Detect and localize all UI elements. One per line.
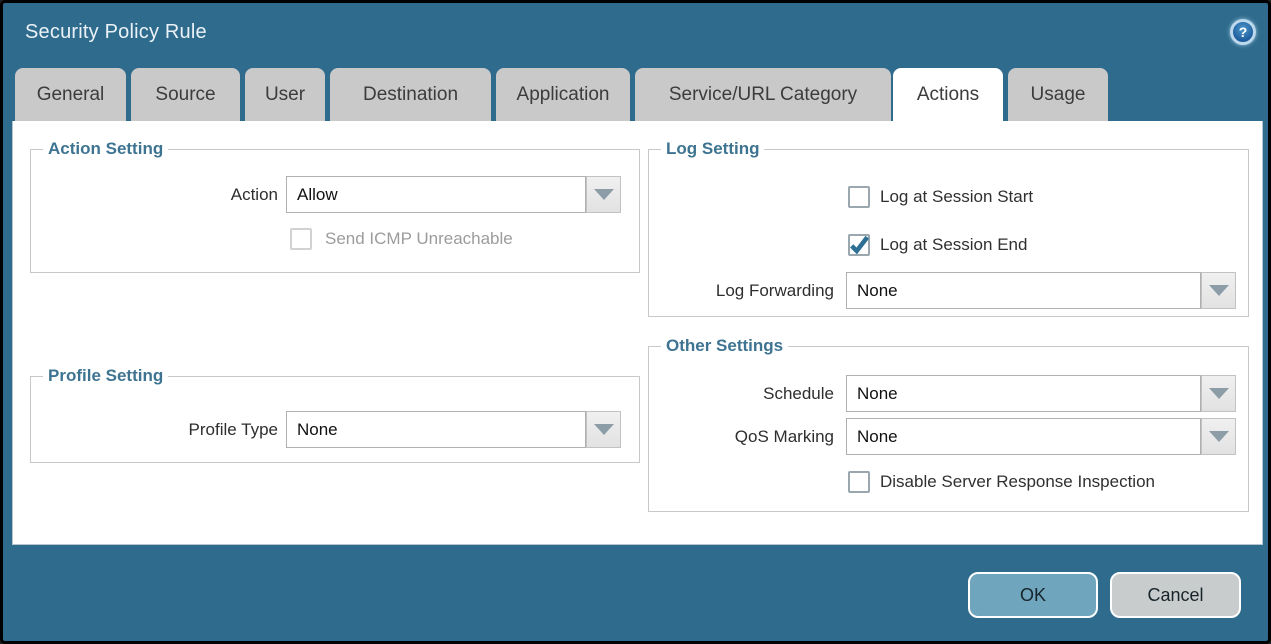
tab-label: Actions bbox=[917, 84, 979, 106]
tab-service-url-category[interactable]: Service/URL Category bbox=[635, 68, 891, 121]
log-setting-legend: Log Setting bbox=[661, 139, 764, 159]
chevron-down-icon bbox=[594, 189, 614, 200]
chevron-down-icon bbox=[594, 424, 614, 435]
action-label: Action bbox=[30, 176, 278, 213]
send-icmp-unreachable-label: Send ICMP Unreachable bbox=[325, 228, 513, 250]
profile-type-dropdown[interactable]: None bbox=[286, 411, 586, 448]
tab-label: Application bbox=[517, 84, 610, 106]
help-button[interactable]: ? bbox=[1230, 19, 1256, 45]
qos-marking-dropdown-button[interactable] bbox=[1201, 418, 1236, 455]
schedule-dropdown-button[interactable] bbox=[1201, 375, 1236, 412]
action-dropdown[interactable]: Allow bbox=[286, 176, 586, 213]
tab-label: User bbox=[265, 84, 305, 106]
action-dropdown-button[interactable] bbox=[586, 176, 621, 213]
log-forwarding-dropdown-button[interactable] bbox=[1201, 272, 1236, 309]
qos-marking-label: QoS Marking bbox=[648, 418, 834, 455]
tab-label: Usage bbox=[1031, 84, 1086, 106]
chevron-down-icon bbox=[1209, 431, 1229, 442]
profile-type-label: Profile Type bbox=[30, 411, 278, 448]
security-policy-rule-dialog: Security Policy Rule ? General Source Us… bbox=[0, 0, 1271, 644]
dialog-title: Security Policy Rule bbox=[25, 21, 207, 44]
log-at-session-start-label: Log at Session Start bbox=[880, 186, 1033, 208]
tab-general[interactable]: General bbox=[15, 68, 126, 121]
tab-label: Destination bbox=[363, 84, 458, 106]
profile-setting-legend: Profile Setting bbox=[43, 366, 168, 386]
tab-usage[interactable]: Usage bbox=[1008, 68, 1108, 121]
tab-source[interactable]: Source bbox=[131, 68, 240, 121]
tab-actions[interactable]: Actions bbox=[893, 68, 1003, 121]
log-forwarding-dropdown[interactable]: None bbox=[846, 272, 1201, 309]
schedule-label: Schedule bbox=[648, 375, 834, 412]
log-at-session-start-checkbox[interactable] bbox=[848, 186, 870, 208]
other-settings-legend: Other Settings bbox=[661, 336, 788, 356]
qos-marking-dropdown[interactable]: None bbox=[846, 418, 1201, 455]
tab-label: Service/URL Category bbox=[669, 84, 857, 106]
chevron-down-icon bbox=[1209, 285, 1229, 296]
log-at-session-end-checkbox[interactable] bbox=[848, 234, 870, 256]
question-mark-icon: ? bbox=[1239, 25, 1248, 39]
schedule-dropdown[interactable]: None bbox=[846, 375, 1201, 412]
tab-label: General bbox=[37, 84, 105, 106]
log-forwarding-label: Log Forwarding bbox=[648, 272, 834, 309]
disable-server-response-inspection-checkbox[interactable] bbox=[848, 471, 870, 493]
tab-label: Source bbox=[155, 84, 215, 106]
tab-destination[interactable]: Destination bbox=[330, 68, 491, 121]
disable-server-response-inspection-label: Disable Server Response Inspection bbox=[880, 471, 1155, 493]
ok-button[interactable]: OK bbox=[968, 572, 1098, 618]
cancel-button[interactable]: Cancel bbox=[1110, 572, 1241, 618]
checkmark-icon bbox=[848, 234, 870, 256]
tab-application[interactable]: Application bbox=[496, 68, 630, 121]
profile-type-dropdown-button[interactable] bbox=[586, 411, 621, 448]
tab-user[interactable]: User bbox=[245, 68, 325, 121]
log-at-session-end-label: Log at Session End bbox=[880, 234, 1027, 256]
chevron-down-icon bbox=[1209, 388, 1229, 399]
send-icmp-unreachable-checkbox[interactable] bbox=[290, 228, 312, 250]
action-setting-legend: Action Setting bbox=[43, 139, 168, 159]
